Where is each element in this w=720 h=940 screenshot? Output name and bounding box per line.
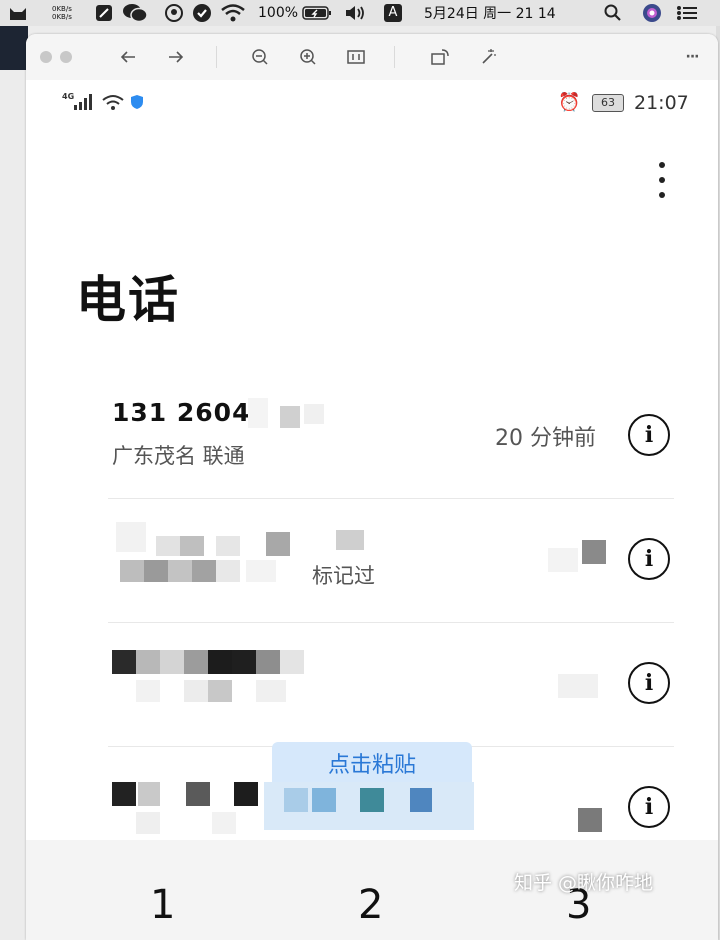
cat-icon[interactable] bbox=[8, 0, 28, 26]
call-log-row[interactable]: i bbox=[108, 624, 674, 746]
minimize-icon[interactable] bbox=[60, 51, 72, 63]
signal-icon bbox=[74, 94, 96, 114]
paste-popup-area[interactable] bbox=[264, 782, 474, 830]
dial-key-2[interactable]: 2 bbox=[358, 882, 383, 928]
redaction-mosaic bbox=[112, 650, 342, 730]
background-window-edge bbox=[0, 26, 28, 70]
call-log-row[interactable]: 131 2604 广东茂名 联通 20 分钟前 i bbox=[108, 376, 674, 498]
magic-wand-icon[interactable] bbox=[476, 45, 500, 69]
redaction-mosaic bbox=[548, 538, 608, 578]
dial-key-1[interactable]: 1 bbox=[150, 882, 175, 928]
phone-clock: 21:07 bbox=[634, 92, 689, 114]
menu-bar: 0KB/s 0KB/s 100% A 5月24日 周一 21 14 bbox=[0, 0, 720, 26]
phone-status-bar: 4G ⏰ 63 21:07 bbox=[26, 80, 718, 126]
call-log-row[interactable]: 标记过 i bbox=[108, 500, 674, 622]
divider bbox=[108, 622, 674, 623]
shield-icon[interactable] bbox=[192, 0, 212, 26]
siri-icon[interactable] bbox=[642, 0, 662, 26]
notes-icon[interactable] bbox=[95, 0, 113, 26]
actual-size-icon[interactable] bbox=[344, 45, 368, 69]
image-viewer-window: ··· 4G ⏰ 63 21:07 电话 131 2604 广东茂名 联通 20… bbox=[26, 34, 718, 940]
menubar-datetime[interactable]: 5月24日 周一 21 14 bbox=[424, 0, 556, 26]
more-options-icon[interactable] bbox=[650, 160, 674, 206]
forward-icon[interactable] bbox=[164, 45, 188, 69]
network-speed: 0KB/s 0KB/s bbox=[52, 5, 72, 21]
close-icon[interactable] bbox=[40, 51, 52, 63]
control-center-icon[interactable] bbox=[676, 0, 698, 26]
watermark: 知乎 @瞅你咋地 bbox=[514, 872, 654, 894]
call-location: 标记过 bbox=[312, 564, 375, 588]
wifi-icon[interactable] bbox=[220, 0, 246, 26]
network-type: 4G bbox=[62, 92, 75, 101]
phone-wifi-icon bbox=[102, 94, 124, 114]
redaction-mosaic bbox=[558, 798, 618, 838]
info-icon[interactable]: i bbox=[628, 538, 670, 580]
phone-battery-icon: 63 bbox=[592, 94, 624, 112]
back-icon[interactable] bbox=[116, 45, 140, 69]
redaction-mosaic bbox=[248, 398, 328, 432]
vpn-shield-icon bbox=[130, 94, 144, 114]
search-icon[interactable] bbox=[604, 0, 622, 26]
phone-screenshot: 4G ⏰ 63 21:07 电话 131 2604 广东茂名 联通 20 分钟前… bbox=[26, 80, 718, 940]
call-location: 广东茂名 联通 bbox=[112, 444, 245, 468]
divider bbox=[108, 498, 674, 499]
battery-percent: 100% bbox=[258, 5, 299, 21]
battery-icon[interactable] bbox=[302, 0, 332, 26]
info-icon[interactable]: i bbox=[628, 786, 670, 828]
info-icon[interactable]: i bbox=[628, 414, 670, 456]
call-time: 20 分钟前 bbox=[495, 426, 596, 451]
qq-icon[interactable] bbox=[164, 0, 184, 26]
rotate-icon[interactable] bbox=[428, 45, 452, 69]
alarm-icon: ⏰ bbox=[558, 92, 581, 113]
page-title: 电话 bbox=[76, 271, 180, 329]
redaction-mosaic bbox=[548, 668, 608, 708]
zoom-out-icon[interactable] bbox=[248, 45, 272, 69]
viewer-toolbar: ··· bbox=[26, 34, 718, 81]
paste-popup[interactable]: 点击粘贴 bbox=[272, 742, 472, 784]
zoom-in-icon[interactable] bbox=[296, 45, 320, 69]
volume-icon[interactable] bbox=[344, 0, 366, 26]
more-icon[interactable]: ··· bbox=[680, 45, 704, 69]
call-number: 131 2604 bbox=[112, 398, 251, 427]
info-icon[interactable]: i bbox=[628, 662, 670, 704]
wechat-icon[interactable] bbox=[122, 0, 148, 26]
input-icon[interactable]: A bbox=[384, 0, 402, 26]
